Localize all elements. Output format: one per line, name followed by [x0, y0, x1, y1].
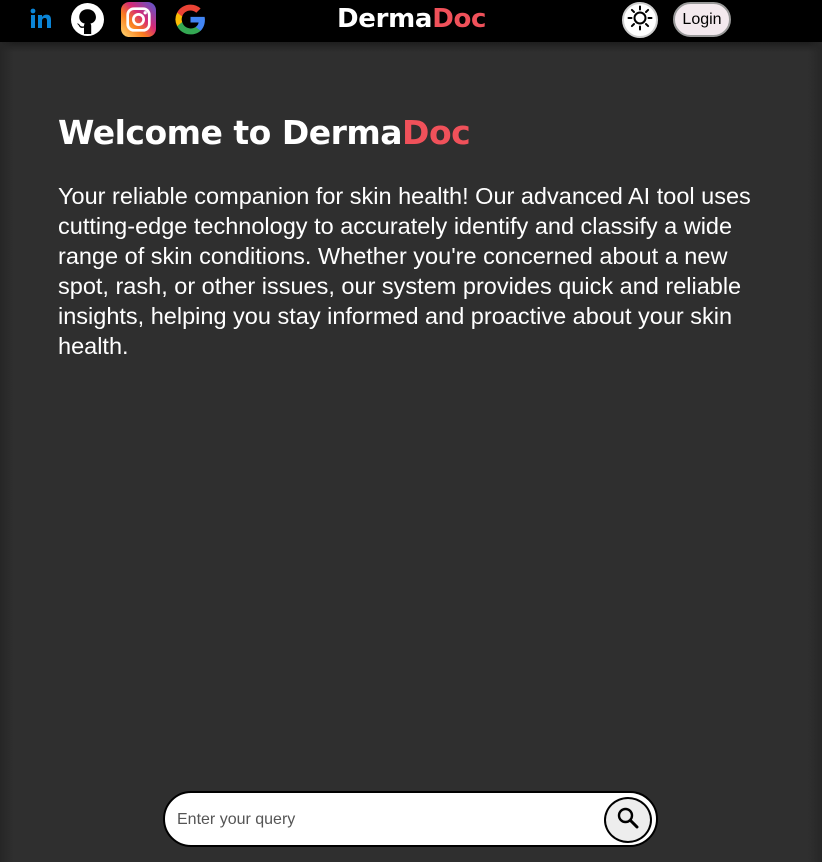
search-icon: [616, 806, 640, 835]
right-edge-shade: [808, 42, 822, 862]
left-edge-shade: [0, 42, 14, 862]
page-title-part1: Welcome to Derma: [58, 113, 403, 152]
sun-icon: [627, 5, 653, 36]
search-bar: [163, 791, 658, 847]
brand-name-part1: Derma: [337, 4, 433, 34]
social-links: [28, 0, 225, 38]
linkedin-icon[interactable]: [28, 7, 54, 31]
instagram-icon[interactable]: [121, 1, 156, 37]
brand-logo[interactable]: DermaDoc: [337, 4, 486, 34]
intro-paragraph: Your reliable companion for skin health!…: [58, 183, 751, 359]
brand-name-part2: Doc: [432, 4, 487, 34]
page-title-part2: Doc: [402, 113, 471, 152]
google-icon[interactable]: [173, 2, 208, 37]
header-shadow: [0, 42, 822, 52]
top-bar: DermaDoc Login: [0, 0, 822, 42]
search-input[interactable]: [177, 806, 597, 834]
page-title: Welcome to DermaDoc: [58, 113, 471, 152]
theme-toggle-button[interactable]: [622, 2, 658, 38]
github-icon[interactable]: [71, 2, 104, 36]
login-button[interactable]: Login: [673, 2, 731, 37]
search-button[interactable]: [604, 797, 652, 843]
